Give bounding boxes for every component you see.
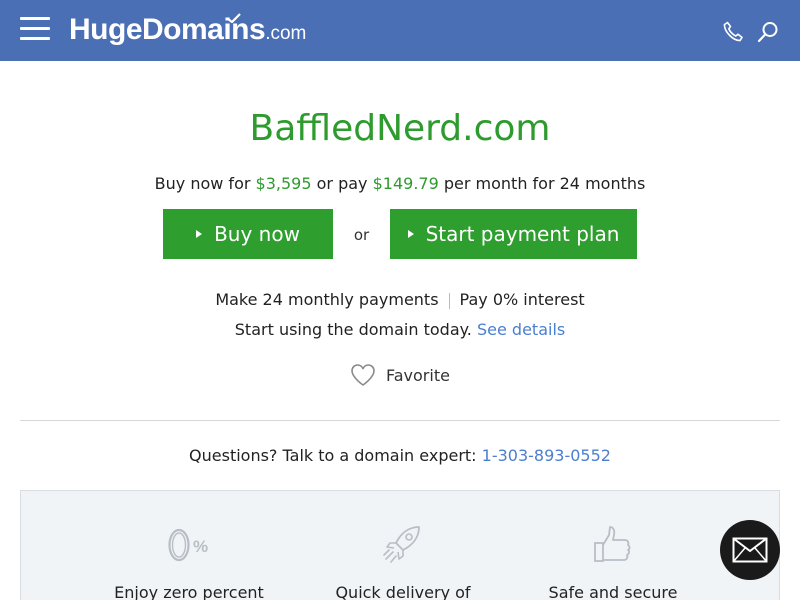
interest-text: Pay 0% interest xyxy=(459,290,585,309)
search-icon[interactable] xyxy=(756,20,780,44)
monthly-price: $149.79 xyxy=(372,174,439,193)
play-arrow-icon xyxy=(196,230,203,238)
thumbs-up-icon xyxy=(594,526,631,562)
buy-now-button[interactable]: Buy now xyxy=(163,209,333,259)
see-details-link[interactable]: See details xyxy=(477,320,565,339)
buy-price: $3,595 xyxy=(255,174,312,193)
heart-icon xyxy=(351,364,375,386)
phone-icon[interactable] xyxy=(721,20,745,44)
or-separator: or xyxy=(353,226,370,244)
menu-icon[interactable] xyxy=(20,17,50,41)
monthly-payments-text: Make 24 monthly payments xyxy=(215,290,439,309)
zero-percent-icon: % xyxy=(168,528,208,562)
phone-number-link[interactable]: 1-303-893-0552 xyxy=(482,446,611,465)
feature-label: Safe and secure xyxy=(548,583,678,600)
buy-now-label: Buy now xyxy=(214,222,300,246)
start-using-text: Start using the domain today. xyxy=(234,320,472,339)
rocket-icon xyxy=(383,526,420,563)
domain-name-title: BaffledNerd.com xyxy=(249,108,551,149)
start-payment-plan-label: Start payment plan xyxy=(425,222,620,246)
section-divider xyxy=(20,420,780,421)
envelope-icon xyxy=(732,537,768,563)
svg-text:%: % xyxy=(193,537,208,556)
feature-label: Enjoy zero percent xyxy=(114,583,264,600)
site-logo[interactable]: HugeDomains.com xyxy=(69,13,306,49)
price-suffix: per month for 24 months xyxy=(443,174,646,193)
features-panel: % Enjoy zero percent Quick delivery of S… xyxy=(20,490,780,600)
payment-info: Make 24 monthly payments Pay 0% interest xyxy=(0,290,800,309)
favorite-label: Favorite xyxy=(386,365,450,385)
logo-tld-text: .com xyxy=(265,23,307,44)
feature-label: Quick delivery of xyxy=(335,583,471,600)
contact-line: Questions? Talk to a domain expert: 1-30… xyxy=(0,446,800,465)
start-payment-plan-button[interactable]: Start payment plan xyxy=(390,209,637,259)
site-header: HugeDomains.com xyxy=(0,0,800,61)
price-summary: Buy now for $3,595 or pay $149.79 per mo… xyxy=(0,174,800,193)
price-middle: or pay xyxy=(316,174,368,193)
play-arrow-icon xyxy=(407,230,414,238)
contact-question: Questions? Talk to a domain expert: xyxy=(189,446,477,465)
price-prefix: Buy now for xyxy=(154,174,251,193)
chat-button[interactable] xyxy=(720,520,780,580)
favorite-button[interactable]: Favorite xyxy=(350,362,450,388)
logo-check-icon xyxy=(227,13,241,23)
divider-bar xyxy=(448,292,450,309)
start-using-info: Start using the domain today. See detail… xyxy=(0,320,800,339)
